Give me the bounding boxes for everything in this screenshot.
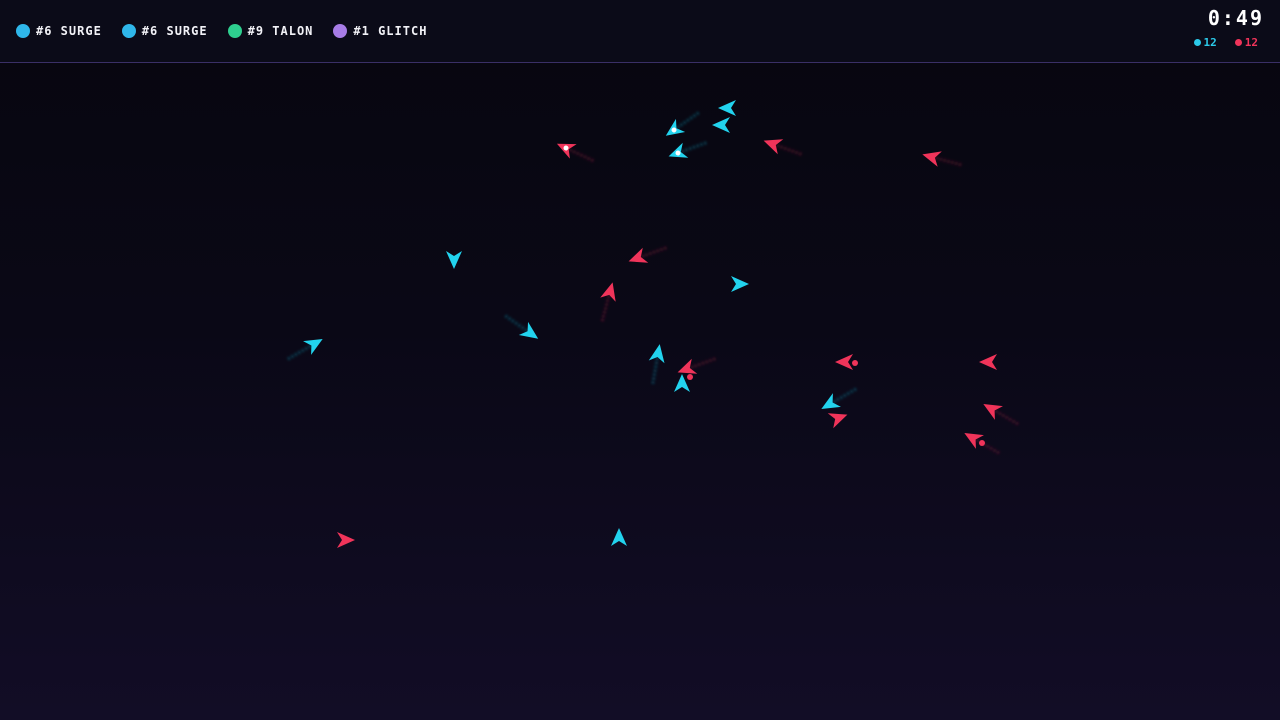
player-tag-1: #6 SURGE	[121, 24, 208, 38]
red-ship-trail	[991, 407, 1019, 426]
red-ship-icon	[827, 413, 848, 429]
cyan-ship-icon	[446, 251, 462, 269]
red-projectile	[852, 360, 858, 366]
red-ship-icon	[763, 139, 784, 155]
cyan-score-value: 12	[1203, 36, 1217, 49]
red-team-dot	[1234, 39, 1242, 46]
cyan-ship-icon	[821, 393, 841, 409]
ship-trails	[287, 106, 1019, 568]
match-timer: 0:49	[1207, 6, 1264, 30]
cyan-team-dot	[1193, 39, 1201, 46]
red-score-value: 12	[1244, 36, 1258, 49]
red-ship-icon	[922, 151, 942, 167]
cyan-ship-icon	[665, 118, 686, 136]
red-ship-icon	[983, 404, 1003, 420]
player-color-dot	[16, 24, 30, 38]
red-ship-icon	[979, 354, 997, 370]
player-tag-2: #9 TALON	[227, 24, 314, 38]
red-projectile	[687, 374, 693, 380]
cyan-ship-icon	[668, 142, 689, 158]
cyan-ship-trail	[287, 342, 315, 361]
battle-arena	[287, 100, 1019, 568]
red-ship-trail	[972, 436, 1000, 455]
player-label: #6 SURGE	[36, 24, 102, 38]
team-scores: 12 12	[1193, 36, 1258, 49]
red-ship-icon	[677, 358, 698, 374]
cyan-ship-icon	[518, 321, 539, 339]
ships-layer	[303, 100, 1003, 548]
player-tag-0: #6 SURGE	[16, 24, 102, 38]
red-ship-icon	[556, 143, 577, 159]
player-color-dot	[121, 24, 136, 38]
player-label: #9 TALON	[247, 24, 314, 38]
red-ship-icon	[600, 282, 616, 302]
cyan-team-score: 12	[1193, 36, 1217, 49]
player-tag-3: #1 GLITCH	[333, 24, 427, 38]
projectiles-layer	[687, 360, 985, 446]
player-color-dot	[227, 24, 242, 38]
player-label: #6 SURGE	[141, 24, 208, 38]
red-ship-icon	[337, 532, 355, 548]
red-projectile	[979, 440, 985, 446]
cyan-ship-icon	[731, 276, 749, 292]
cyan-ship-trail	[504, 314, 531, 335]
player-label: #1 GLITCH	[353, 24, 428, 38]
cyan-ship-trail	[829, 387, 857, 406]
cyan-ship-icon	[303, 339, 323, 355]
cyan-ship-trail	[673, 111, 700, 132]
cyan-ship-icon	[648, 344, 665, 364]
player-legend: #6 SURGE #6 SURGE #9 TALON #1 GLITCH	[16, 24, 447, 38]
hud-top-bar: #6 SURGE #6 SURGE #9 TALON #1 GLITCH 0:4…	[0, 0, 1280, 63]
red-ship-trail	[565, 146, 594, 163]
red-ship-icon	[628, 247, 649, 263]
player-color-dot	[333, 24, 348, 38]
red-team-score: 12	[1234, 36, 1258, 49]
